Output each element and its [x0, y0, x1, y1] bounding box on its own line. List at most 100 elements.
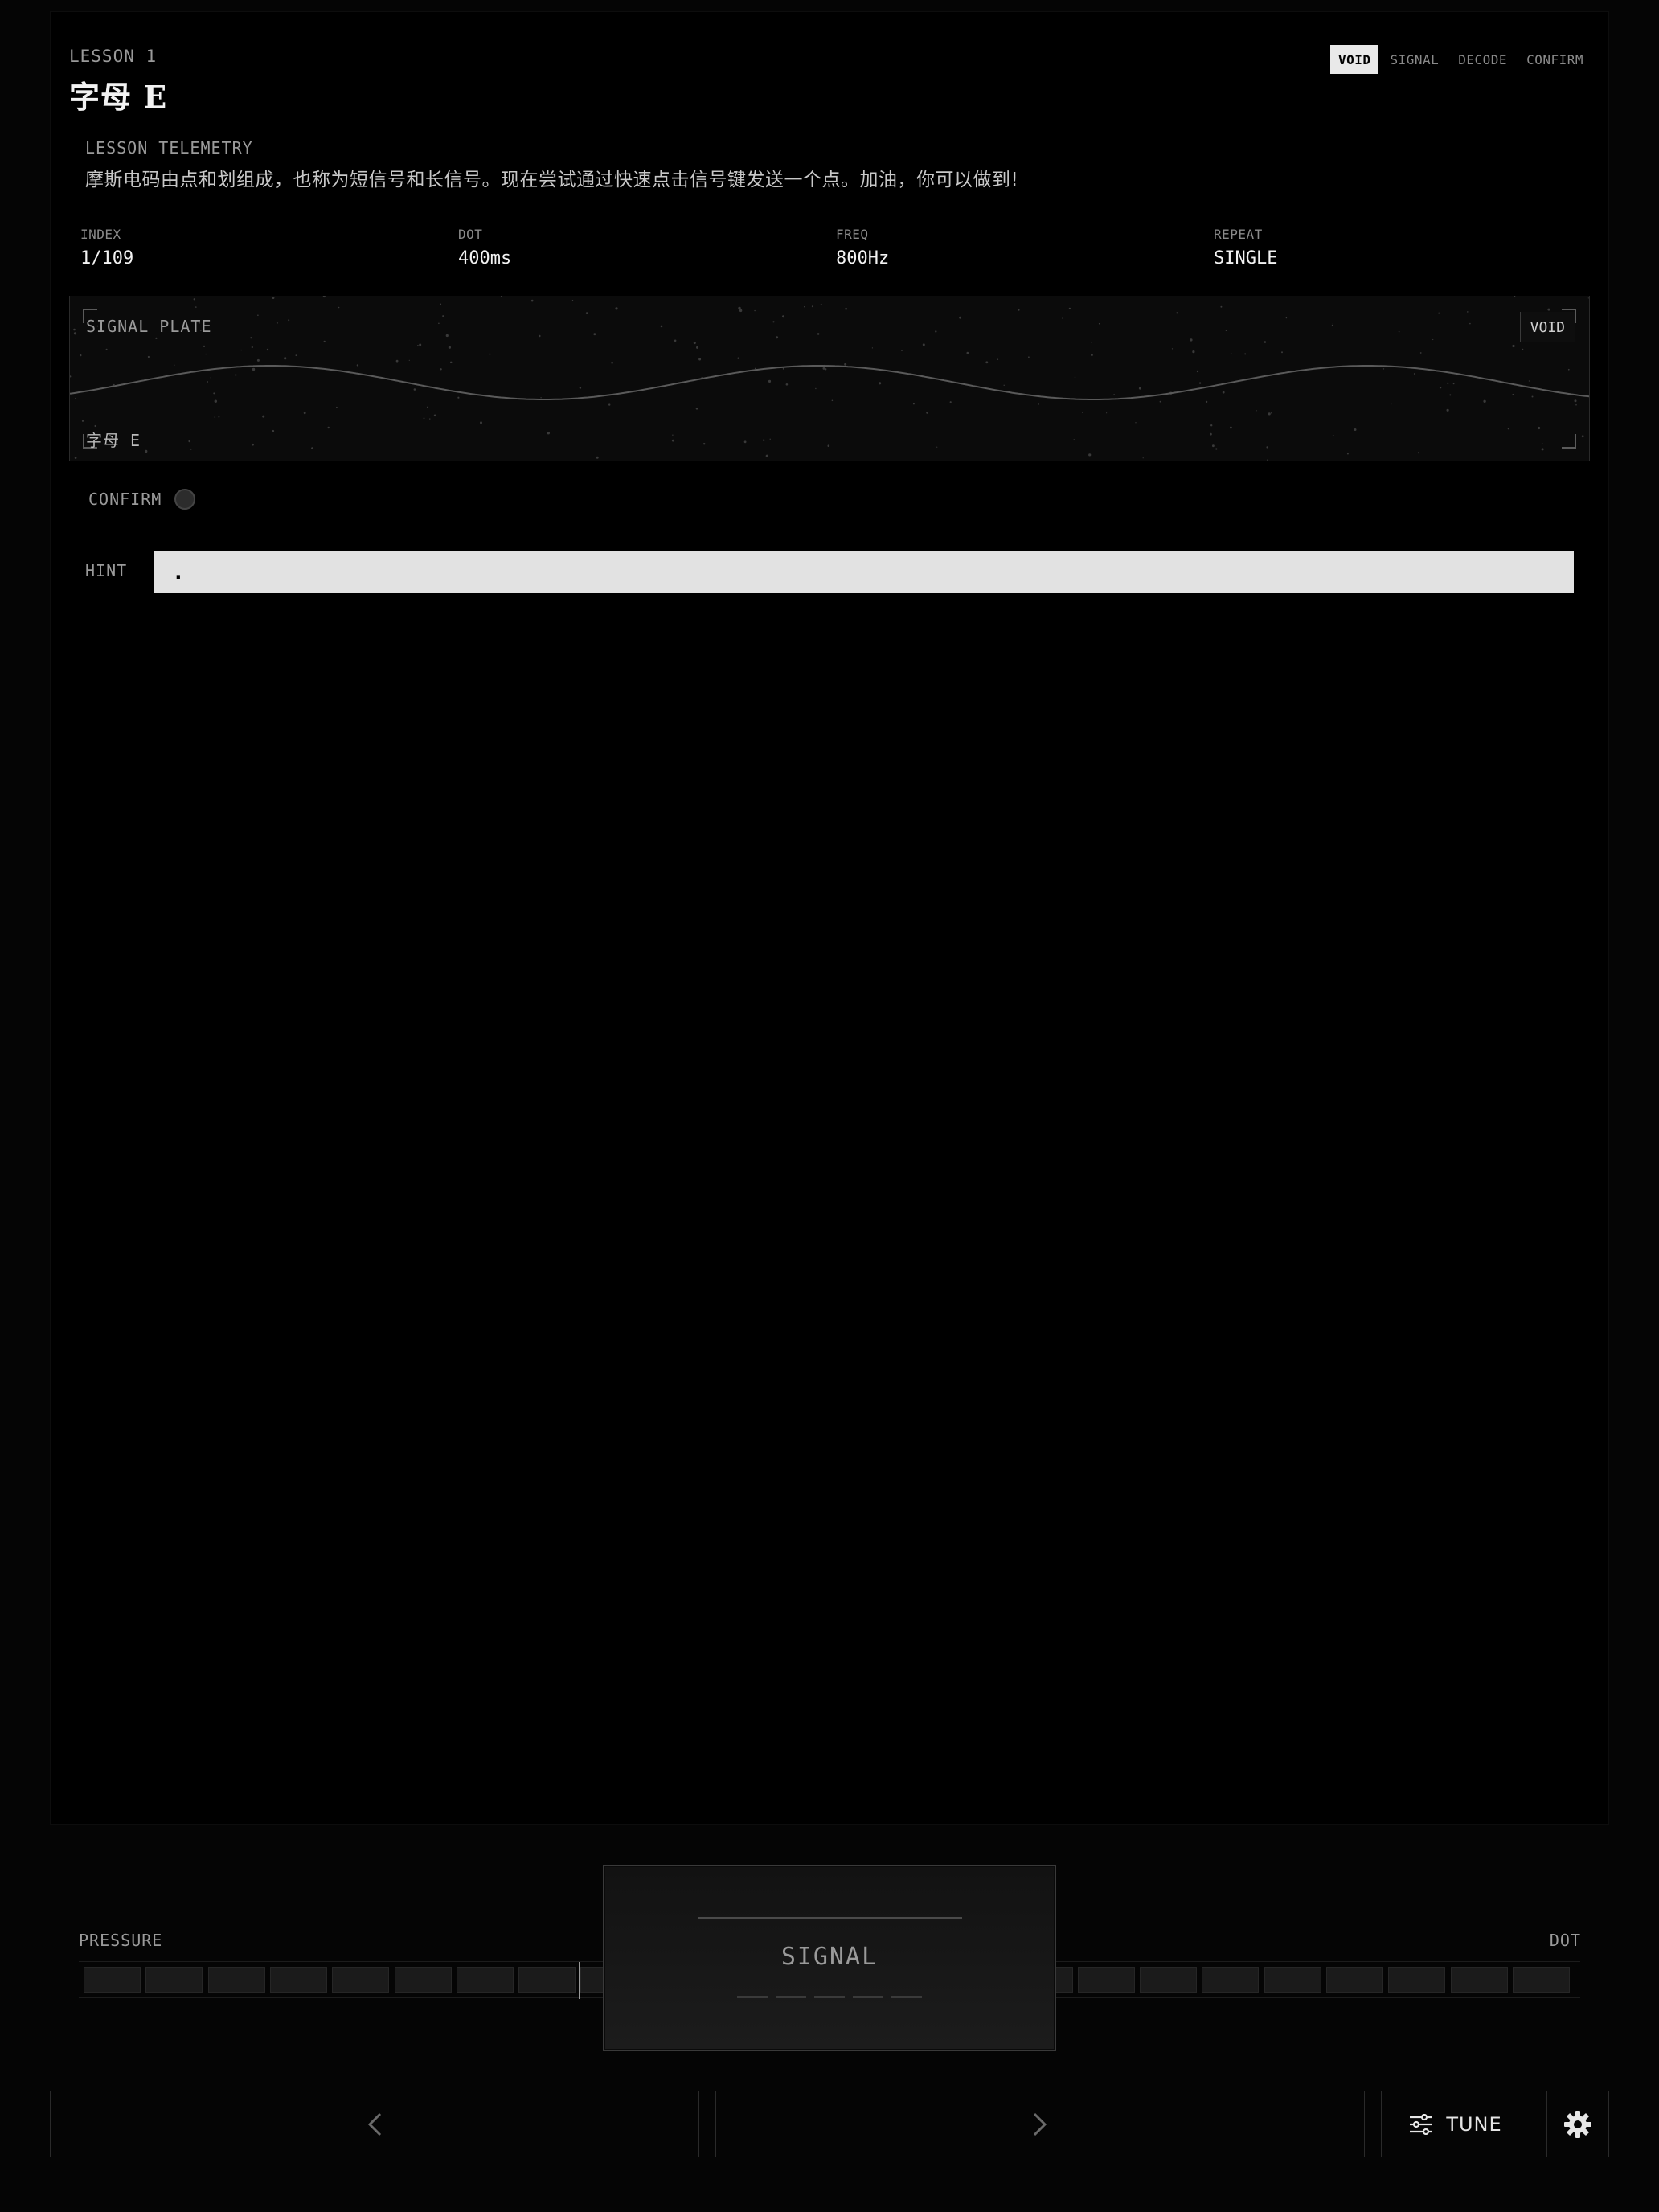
pressure-cell	[1450, 1967, 1508, 1993]
noise-speck	[445, 334, 449, 338]
noise-speck	[288, 319, 290, 322]
noise-speck	[1038, 403, 1039, 405]
noise-speck	[256, 358, 260, 362]
noise-speck	[1354, 428, 1357, 431]
noise-speck	[695, 408, 698, 410]
noise-speck	[579, 387, 582, 389]
noise-speck	[743, 440, 747, 444]
noise-speck	[596, 456, 599, 459]
noise-speck	[113, 383, 115, 386]
noise-speck	[408, 359, 410, 361]
noise-speck	[901, 350, 903, 351]
noise-speck	[1088, 453, 1092, 457]
gear-icon	[1564, 2111, 1591, 2138]
noise-speck	[949, 401, 952, 403]
noise-speck	[1264, 341, 1267, 343]
noise-speck	[1171, 348, 1174, 350]
noise-speck	[1062, 317, 1063, 319]
signal-key-button[interactable]: SIGNAL	[603, 1865, 1056, 2051]
noise-speck	[311, 447, 313, 449]
noise-speck	[438, 322, 440, 325]
noise-speck	[251, 346, 253, 349]
noise-speck	[738, 306, 741, 310]
confirm-status-dot	[174, 489, 196, 510]
noise-speck	[323, 340, 326, 342]
noise-speck	[571, 300, 574, 301]
signal-waveform	[70, 296, 1589, 461]
noise-speck	[1547, 308, 1550, 311]
tab-confirm[interactable]: CONFIRM	[1518, 45, 1591, 74]
noise-speck	[1452, 383, 1455, 385]
tune-button[interactable]: TUNE	[1381, 2091, 1530, 2157]
noise-speck	[1176, 312, 1178, 314]
stat-value: 1/109	[80, 248, 134, 268]
dash	[814, 1996, 845, 1998]
noise-speck	[1135, 422, 1137, 424]
chevron-left-icon	[367, 2112, 382, 2136]
noise-speck	[195, 306, 197, 308]
noise-speck	[266, 348, 269, 351]
noise-speck	[782, 315, 784, 318]
noise-speck	[1541, 443, 1543, 444]
noise-speck	[214, 416, 216, 418]
noise-speck	[547, 432, 550, 435]
noise-speck	[1447, 382, 1449, 384]
noise-speck	[1446, 408, 1449, 412]
pressure-cell	[84, 1967, 141, 1993]
stat-index: INDEX 1/109	[80, 227, 458, 268]
noise-speck	[966, 351, 969, 354]
previous-button[interactable]	[50, 2091, 699, 2157]
signal-key-label: SIGNAL	[780, 1943, 879, 1971]
settings-button[interactable]	[1546, 2091, 1609, 2157]
pressure-cell	[207, 1967, 265, 1993]
stat-value: SINGLE	[1214, 248, 1278, 268]
noise-speck	[81, 420, 84, 422]
pressure-cell	[518, 1967, 576, 1993]
noise-speck	[985, 361, 989, 364]
pressure-cell	[1264, 1967, 1321, 1993]
noise-speck	[295, 354, 297, 357]
tab-void[interactable]: VOID	[1329, 45, 1379, 74]
noise-speck	[817, 333, 820, 335]
noise-speck	[785, 383, 789, 386]
noise-speck	[1575, 403, 1577, 406]
noise-speck	[997, 358, 999, 360]
noise-speck	[1098, 322, 1100, 325]
noise-speck	[145, 449, 148, 453]
noise-speck	[1230, 353, 1232, 355]
plate-title: SIGNAL PLATE	[86, 317, 212, 336]
noise-speck	[1574, 399, 1577, 403]
pressure-cell	[1512, 1967, 1570, 1993]
signal-key-line	[698, 1917, 962, 1919]
noise-speck	[879, 382, 882, 385]
noise-speck	[593, 333, 596, 336]
noise-speck	[1514, 296, 1516, 297]
noise-speck	[782, 367, 784, 370]
noise-speck	[338, 306, 340, 309]
tab-signal[interactable]: SIGNAL	[1382, 45, 1447, 74]
chevron-right-icon	[1033, 2112, 1047, 2136]
noise-speck	[1531, 395, 1534, 398]
stat-value: 800Hz	[836, 248, 890, 268]
stat-label: REPEAT	[1214, 227, 1263, 242]
next-button[interactable]	[715, 2091, 1365, 2157]
tab-decode[interactable]: DECODE	[1450, 45, 1515, 74]
noise-speck	[1467, 311, 1469, 313]
noise-speck	[1417, 452, 1419, 454]
noise-speck	[1449, 394, 1452, 396]
noise-speck	[1469, 322, 1471, 325]
noise-speck	[203, 345, 206, 347]
pressure-cell	[1326, 1967, 1383, 1993]
noise-speck	[1196, 370, 1199, 373]
noise-speck	[419, 343, 422, 346]
stat-dot: DOT 400ms	[458, 227, 836, 268]
noise-speck	[1439, 387, 1442, 389]
noise-speck	[530, 299, 534, 302]
noise-speck	[73, 332, 77, 335]
noise-speck	[356, 364, 359, 367]
noise-speck	[703, 443, 706, 445]
noise-speck	[1256, 410, 1257, 412]
stat-value: 400ms	[458, 248, 512, 268]
pressure-cell	[269, 1967, 327, 1993]
stat-label: FREQ	[836, 227, 869, 242]
